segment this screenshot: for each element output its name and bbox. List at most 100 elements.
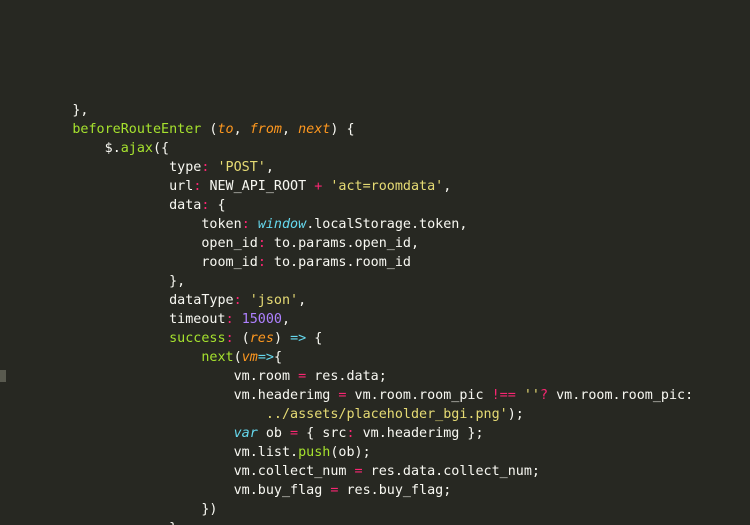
code-line[interactable]: token: window.localStorage.token, [24,215,750,234]
code-token: to.params.room_id [266,255,411,270]
code-token: open_id [201,236,257,251]
indent [24,369,234,384]
code-token: : [242,217,250,232]
code-token: vm.room.room_pic: [548,388,693,403]
indent [24,236,201,251]
code-token: 15000 [242,312,282,327]
indent [24,198,169,213]
code-editor[interactable]: }, beforeRouteEnter (to, from, next) { $… [0,95,750,525]
indent [24,312,169,327]
code-line[interactable]: vm.collect_num = res.data.collect_num; [24,462,750,481]
code-line[interactable]: var ob = { src: vm.headerimg }; [24,424,750,443]
code-token [516,388,524,403]
code-token: url [169,179,193,194]
indent [24,483,234,498]
code-token: ? [540,388,548,403]
code-line[interactable]: dataType: 'json', [24,291,750,310]
code-line[interactable]: vm.buy_flag = res.buy_flag; [24,481,750,500]
code-line[interactable]: data: { [24,196,750,215]
code-token: { [306,331,322,346]
indent [24,445,234,460]
code-line[interactable]: }) [24,500,750,519]
code-token: vm [242,350,258,365]
code-line[interactable]: success: (res) => { [24,329,750,348]
code-token: = [290,426,298,441]
code-token: from [250,122,282,137]
code-token: res [250,331,274,346]
code-token: ob [258,426,290,441]
code-token: , [282,122,298,137]
code-line[interactable]: url: NEW_API_ROOT + 'act=roomdata', [24,177,750,196]
code-token: 'json' [250,293,298,308]
code-line[interactable]: type: 'POST', [24,158,750,177]
code-token: '' [524,388,540,403]
indent [24,388,234,403]
code-line[interactable]: next(vm=>{ [24,348,750,367]
code-line[interactable]: beforeRouteEnter (to, from, next) { [24,120,750,139]
code-token: to [218,122,234,137]
code-token: ({ [153,141,169,156]
code-token: vm.room [234,369,299,384]
code-token: push [298,445,330,460]
indent [24,274,169,289]
code-token: res.data.collect_num; [363,464,540,479]
code-token: $ [105,141,113,156]
code-token: ( [201,122,217,137]
code-token: vm.room.room_pic [346,388,491,403]
code-line[interactable]: vm.list.push(ob); [24,443,750,462]
indent [24,103,72,118]
code-token: success [169,331,225,346]
code-token: , [266,160,274,175]
code-token: !== [492,388,516,403]
code-token [250,217,258,232]
code-token: . [113,141,121,156]
indent [24,141,105,156]
code-token: ajax [121,141,153,156]
code-token: => [258,350,274,365]
code-token: token [201,217,241,232]
indent [24,179,169,194]
code-token [209,160,217,175]
code-line[interactable]: open_id: to.params.open_id, [24,234,750,253]
code-token: to.params.open_id, [266,236,419,251]
code-token: res.buy_flag; [338,483,451,498]
code-token: : [226,312,234,327]
code-token: vm.list. [234,445,299,460]
code-token: ( [234,350,242,365]
code-token: ); [508,407,524,422]
code-token: ( [234,331,250,346]
code-token: = [355,464,363,479]
code-token: window [258,217,306,232]
code-line[interactable]: timeout: 15000, [24,310,750,329]
code-token: vm.collect_num [234,464,355,479]
indent [24,331,169,346]
code-token: : [346,426,354,441]
code-token: : [258,255,266,270]
gutter [0,95,24,525]
code-line[interactable]: vm.room = res.data; [24,367,750,386]
code-token: , [298,293,306,308]
indent [24,350,201,365]
indent [24,217,201,232]
code-token: vm.headerimg [234,388,339,403]
code-line[interactable]: vm.headerimg = vm.room.room_pic !== ''? … [24,386,750,405]
code-token: }, [169,274,185,289]
code-token: .localStorage.token, [306,217,467,232]
code-line[interactable]: }, [24,519,750,525]
indent [24,521,169,525]
code-token: }) [201,502,217,517]
code-token: room_id [201,255,257,270]
code-token: { [298,426,322,441]
code-token: 'act=roomdata' [330,179,443,194]
code-line[interactable]: room_id: to.params.room_id [24,253,750,272]
indent [24,502,201,517]
code-token: : [226,331,234,346]
code-token: timeout [169,312,225,327]
code-token: }, [72,103,88,118]
code-token: res.data; [306,369,387,384]
code-line[interactable]: ../assets/placeholder_bgi.png'); [24,405,750,424]
code-line[interactable]: }, [24,272,750,291]
code-line[interactable]: }, [24,101,750,120]
code-area[interactable]: }, beforeRouteEnter (to, from, next) { $… [24,101,750,525]
code-line[interactable]: $.ajax({ [24,139,750,158]
